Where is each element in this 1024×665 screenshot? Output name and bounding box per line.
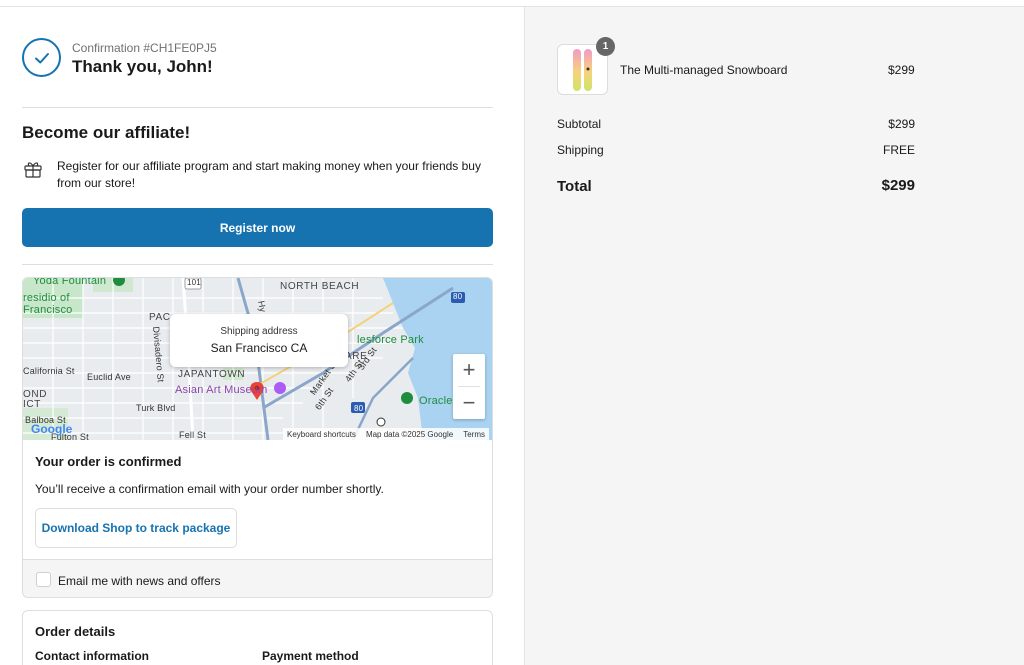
map-label: Turk Blvd — [136, 403, 176, 413]
map-label: lesforce Park — [357, 334, 424, 346]
product-name: The Multi-managed Snowboard — [620, 63, 788, 77]
google-logo: Google — [31, 422, 73, 436]
highway-label: 101 — [187, 278, 201, 287]
map-footer: Keyboard shortcuts Map data ©2025 Google… — [283, 428, 490, 440]
map-label: ICT — [23, 399, 41, 410]
terms-link[interactable]: Terms — [463, 430, 485, 439]
register-button[interactable]: Register now — [22, 208, 493, 247]
shipping-map[interactable]: Yoda Fountain residio of Francisco 101 N… — [23, 278, 492, 440]
subtotal-value: $299 — [888, 117, 915, 131]
affiliate-title: Become our affiliate! — [22, 123, 191, 142]
newsletter-row: Email me with news and offers — [23, 559, 492, 597]
divider — [22, 264, 493, 265]
map-label: JAPANTOWN — [178, 369, 246, 380]
order-status-card: Yoda Fountain residio of Francisco 101 N… — [22, 277, 493, 598]
order-details-card: Order details Contact information Paymen… — [22, 610, 493, 665]
map-label: NORTH BEACH — [280, 281, 360, 292]
zoom-out-button[interactable]: − — [453, 387, 485, 419]
tooltip-value: San Francisco CA — [210, 341, 308, 355]
zoom-in-button[interactable]: + — [453, 354, 485, 386]
total-label: Total — [557, 178, 592, 195]
highway-label: 80 — [354, 404, 364, 413]
order-details-title: Order details — [35, 624, 116, 639]
gift-icon — [22, 158, 44, 180]
map-label: residio of — [23, 292, 70, 304]
map-label: Yoda Fountain — [33, 278, 107, 287]
map-label: Euclid Ave — [87, 372, 131, 382]
map-label: Fell St — [179, 430, 206, 440]
shipping-address-tooltip: Shipping address San Francisco CA — [170, 314, 348, 367]
shipping-label: Shipping — [557, 143, 604, 157]
newsletter-checkbox[interactable] — [36, 572, 51, 587]
payment-method-heading: Payment method — [262, 649, 359, 663]
total-value: $299 — [881, 177, 915, 194]
map-label: Oracle — [419, 395, 453, 407]
divider — [22, 107, 493, 108]
main-column: Confirmation #CH1FE0PJ5 Thank you, John!… — [0, 7, 524, 665]
map-label: Asian Art Museum — [175, 384, 268, 396]
map-label: Hy — [256, 300, 268, 313]
shipping-value: FREE — [882, 143, 915, 157]
product-thumbnail: 1 — [557, 37, 615, 95]
checkmark-icon — [22, 38, 61, 77]
affiliate-description: Register for our affiliate program and s… — [57, 159, 481, 190]
highway-label: 80 — [453, 292, 463, 301]
confirmation-number: Confirmation #CH1FE0PJ5 — [72, 41, 217, 55]
tooltip-label: Shipping address — [220, 326, 298, 337]
subtotal-label: Subtotal — [557, 117, 602, 131]
order-summary: 1 The Multi-managed Snowboard $299 Subto… — [524, 7, 1024, 665]
order-confirmed-title: Your order is confirmed — [35, 454, 182, 469]
page-title: Thank you, John! — [72, 57, 213, 76]
order-confirmed-text: You’ll receive a confirmation email with… — [35, 482, 384, 496]
map-label: PAC — [149, 312, 171, 323]
newsletter-label[interactable]: Email me with news and offers — [58, 574, 221, 588]
top-bar — [0, 0, 1024, 7]
contact-information-heading: Contact information — [35, 649, 149, 663]
map-label: California St — [23, 366, 75, 376]
keyboard-shortcuts-link[interactable]: Keyboard shortcuts — [287, 430, 356, 439]
quantity-badge: 1 — [596, 37, 615, 56]
map-data-text: Map data ©2025 Google — [365, 429, 454, 439]
zoom-controls: + − — [453, 354, 485, 419]
map-label: Francisco — [23, 304, 73, 316]
download-shop-button[interactable]: Download Shop to track package — [35, 508, 237, 548]
product-price: $299 — [888, 63, 915, 77]
